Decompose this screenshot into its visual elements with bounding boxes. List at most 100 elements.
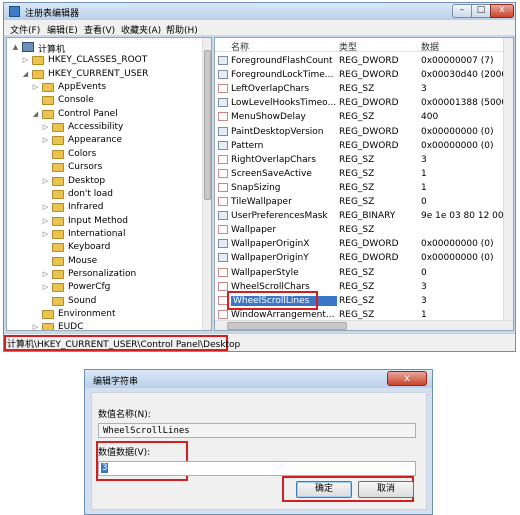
list-row[interactable]: ForegroundLockTime... REG_DWORD 0x00030d40… [215,68,513,82]
folder-icon [52,296,64,306]
list-row[interactable]: RightOverlapChars REG_SZ 3 [215,153,513,167]
expand-toggle-icon[interactable]: ▷ [41,216,50,226]
expand-toggle-icon[interactable]: ◢ [21,69,30,79]
ok-button[interactable]: 确定 [296,481,352,498]
menu-view[interactable]: 查看(V) [84,23,115,36]
list-row[interactable]: Wallpaper REG_SZ [215,223,513,237]
value-name: ForegroundLockTime... [231,70,334,81]
value-name: MenuShowDelay [231,112,306,123]
list-row[interactable]: WallpaperStyle REG_SZ 0 [215,266,513,280]
key-tree-pane: ▲ 计算机 ▷ HKEY_CLASSES_ROOT ◢ HKEY_CURRENT_USER… [6,37,212,331]
menu-edit[interactable]: 编辑(E) [47,23,78,36]
column-data-header[interactable]: 数据 [421,40,439,53]
expand-toggle-icon[interactable]: ▷ [41,229,50,239]
expand-toggle-icon[interactable]: ◢ [31,109,40,119]
folder-icon [42,310,54,319]
value-data: 400 [421,112,439,123]
value-type: REG_DWORD [339,140,399,151]
column-name-header[interactable]: 名称 [231,40,249,53]
list-row[interactable]: Pattern REG_DWORD 0x00000000 (0) [215,139,513,153]
list-row[interactable]: LeftOverlapChars REG_SZ 3 [215,82,513,96]
list-header: 名称 类型 数据 [215,38,513,53]
tree-item-label: International [68,228,126,239]
value-data: 3 [421,295,427,306]
folder-icon [52,283,64,293]
list-horizontal-scrollbar[interactable] [215,320,513,330]
string-value-icon [218,154,228,164]
expand-toggle-icon[interactable]: ▷ [31,322,40,330]
value-type: REG_SZ [339,197,375,207]
expand-toggle-icon[interactable]: ▷ [41,269,50,279]
cancel-button[interactable]: 取消 [358,481,414,498]
value-data: 0x00030d40 (200000) [421,70,514,81]
expand-toggle-icon[interactable]: ▷ [41,122,50,132]
expand-toggle-icon[interactable] [41,149,50,159]
folder-icon [52,243,64,253]
list-row[interactable]: LowLevelHooksTimeo... REG_DWORD 0x00001388… [215,96,513,110]
value-name-label: 数值名称(N): [98,410,151,420]
expand-toggle-icon[interactable] [41,242,50,252]
list-row[interactable]: MenuShowDelay REG_SZ 400 [215,110,513,124]
list-row[interactable]: SnapSizing REG_SZ 1 [215,181,513,195]
list-vertical-scrollbar[interactable] [503,38,513,320]
list-row[interactable]: TileWallpaper REG_SZ 0 [215,195,513,209]
tree-item-label: don't load [68,188,114,199]
value-data-input[interactable]: 3 [98,461,416,476]
expand-toggle-icon[interactable]: ▷ [31,82,40,92]
value-type: REG_SZ [339,182,375,193]
expand-toggle-icon[interactable]: ▷ [21,55,30,65]
list-row[interactable]: PaintDesktopVersion REG_DWORD 0x00000000 (… [215,125,513,139]
tree-item-label: Cursors [68,162,103,173]
dialog-close-button[interactable]: x [387,371,427,386]
menu-help[interactable]: 帮助(H) [166,23,198,36]
binary-value-icon [218,126,228,136]
folder-icon [32,69,44,79]
value-type: REG_SZ [339,168,375,179]
expand-toggle-icon[interactable]: ▷ [41,202,50,212]
tree-item-label: Control Panel [58,108,118,119]
expand-toggle-icon[interactable] [41,296,50,306]
tree-scroll-thumb[interactable] [204,50,211,200]
expand-toggle-icon[interactable] [41,189,50,199]
value-type: REG_BINARY [339,211,396,222]
close-button[interactable]: x [490,4,514,18]
computer-icon [22,42,34,52]
value-data: 0x00000000 (0) [421,126,494,137]
value-type: REG_DWORD [339,70,399,81]
expand-toggle-icon[interactable]: ▷ [41,176,50,186]
value-data: 0x00001388 (5000) [421,98,511,109]
string-value-icon [218,309,228,319]
expand-toggle-icon[interactable] [41,162,50,172]
string-value-icon [218,197,228,206]
expand-toggle-icon[interactable] [41,256,50,266]
folder-icon [52,136,64,146]
expand-toggle-icon[interactable] [31,309,40,319]
value-data: 3 [421,154,427,165]
list-row[interactable]: ScreenSaveActive REG_SZ 1 [215,167,513,181]
tree-vertical-scrollbar[interactable] [202,38,211,330]
list-row[interactable]: UserPreferencesMask REG_BINARY 9e 1e 03 80… [215,209,513,223]
value-name: PaintDesktopVersion [231,126,324,137]
value-data: 1 [421,168,427,179]
expand-toggle-icon[interactable]: ▲ [11,42,20,52]
folder-icon [42,323,54,330]
tree-item-label: Environment [58,309,116,319]
expand-toggle-icon[interactable] [31,95,40,105]
expand-toggle-icon[interactable]: ▷ [41,135,50,145]
value-data: 0x00000007 (7) [421,56,494,66]
list-row[interactable]: WallpaperOriginY REG_DWORD 0x00000000 (0) [215,251,513,265]
menu-file[interactable]: 文件(F) [10,23,40,36]
expand-toggle-icon[interactable]: ▷ [41,282,50,292]
tree-item-label: Colors [68,148,97,159]
string-value-icon [218,281,228,291]
minimize-button[interactable]: – [452,4,472,18]
value-data-label: 数值数据(V): [98,448,151,458]
value-data: 9e 1e 03 80 12 00 00 [421,211,514,222]
menu-favorites[interactable]: 收藏夹(A) [121,23,161,36]
list-row[interactable]: ForegroundFlashCount REG_DWORD 0x00000007 … [215,54,513,68]
column-type-header[interactable]: 类型 [339,40,357,53]
list-scroll-thumb[interactable] [227,322,347,330]
binary-value-icon [218,211,228,221]
maximize-button[interactable]: □ [471,4,491,18]
list-row[interactable]: WallpaperOriginX REG_DWORD 0x00000000 (0) [215,237,513,251]
